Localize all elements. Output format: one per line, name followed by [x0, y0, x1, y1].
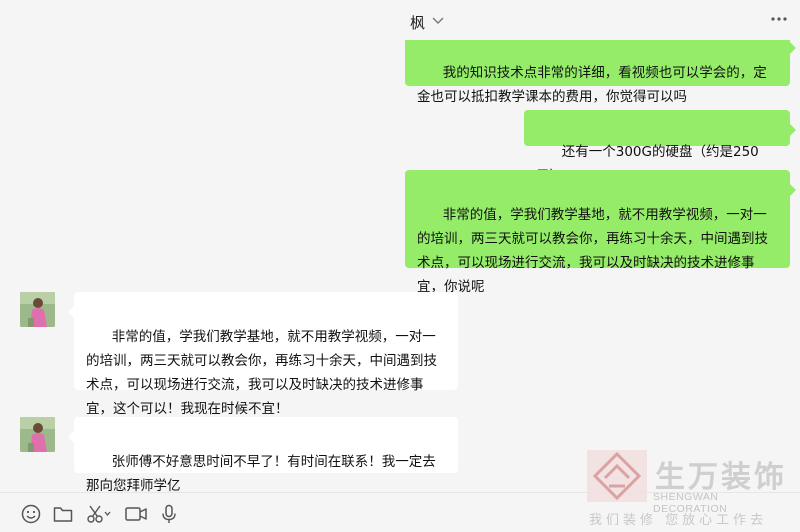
message-text: 我的知识技术点非常的详细，看视频也可以学会的，定金也可以抵扣教学课本的费用，你觉… — [417, 65, 767, 105]
message-list[interactable]: 我的知识技术点非常的详细，看视频也可以学会的，定金也可以抵扣教学课本的费用，你觉… — [0, 0, 800, 492]
contact-avatar[interactable] — [20, 292, 55, 327]
microphone-icon[interactable] — [158, 503, 180, 525]
avatar-image — [20, 417, 55, 452]
message-bubble-sent[interactable]: 还有一个300G的硬盘（约是250元） — [524, 110, 796, 184]
message-text: 非常的值，学我们教学基地，就不用教学视频，一对一的培训，两三天就可以教会你，再练… — [417, 207, 768, 295]
scissors-icon[interactable] — [86, 503, 112, 525]
folder-icon[interactable] — [52, 503, 74, 525]
chat-header: 枫 — [0, 0, 800, 40]
message-bubble-received[interactable]: 张师傅不好意思时间不早了！有时间在联系！我一定去那向您拜师学亿 — [68, 417, 458, 492]
video-call-icon[interactable] — [124, 503, 148, 525]
message-text: 张师傅不好意思时间不早了！有时间在联系！我一定去那向您拜师学亿 — [86, 454, 436, 492]
more-icon[interactable] — [768, 8, 790, 30]
contact-avatar[interactable] — [20, 417, 55, 452]
brand-logo-icon — [587, 450, 647, 502]
chat-window: 我的知识技术点非常的详细，看视频也可以学会的，定金也可以抵扣教学课本的费用，你觉… — [0, 0, 800, 532]
message-bubble-sent[interactable]: 非常的值，学我们教学基地，就不用教学视频，一对一的培训，两三天就可以教会你，再练… — [405, 170, 796, 295]
message-text: 非常的值，学我们教学基地，就不用教学视频，一对一的培训，两三天就可以教会你，再练… — [86, 329, 437, 417]
brand-watermark: 生万装饰 SHENGWAN DECORATION 我们装修 您放心工作去 — [583, 448, 793, 530]
brand-slogan: 我们装修 您放心工作去 — [589, 513, 768, 528]
contact-name[interactable]: 枫 — [410, 12, 425, 33]
emoji-icon[interactable] — [20, 503, 42, 525]
chevron-down-icon[interactable] — [430, 12, 446, 28]
brand-name-cn: 生万装饰 — [655, 460, 787, 495]
avatar-image — [20, 292, 55, 327]
message-bubble-received[interactable]: 非常的值，学我们教学基地，就不用教学视频，一对一的培训，两三天就可以教会你，再练… — [68, 292, 458, 417]
